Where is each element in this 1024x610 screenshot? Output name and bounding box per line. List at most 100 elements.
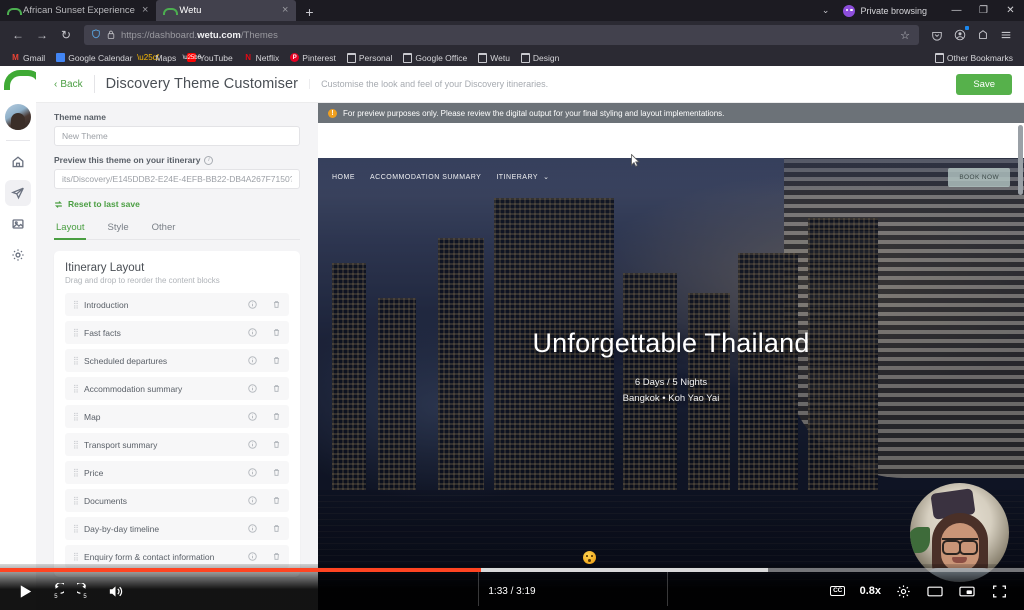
reset-to-last-save-link[interactable]: Reset to last save	[54, 199, 300, 209]
sidebar-item-settings[interactable]	[5, 242, 31, 268]
info-icon[interactable]	[248, 300, 257, 309]
shield-icon[interactable]	[91, 28, 101, 42]
folder-icon	[521, 53, 530, 62]
delete-icon[interactable]	[272, 328, 281, 337]
layout-block-row[interactable]: ⣿ Fast facts	[65, 321, 289, 344]
delete-icon[interactable]	[272, 300, 281, 309]
site-nav-home[interactable]: HOME	[332, 174, 355, 181]
reaction-emoji-marker[interactable]	[583, 551, 596, 564]
back-icon[interactable]: ←	[7, 24, 29, 46]
close-window-button[interactable]: ✕	[997, 0, 1024, 21]
bookmark-star-icon[interactable]: ☆	[900, 29, 912, 42]
sidebar-item-media[interactable]	[5, 211, 31, 237]
drag-handle-icon[interactable]: ⣿	[73, 385, 79, 393]
layout-block-row[interactable]: ⣿ Map	[65, 405, 289, 428]
home-icon	[12, 156, 24, 168]
app-menu-icon[interactable]	[995, 24, 1017, 46]
bookmark-folder-google-office[interactable]: Google Office	[398, 52, 472, 64]
bookmark-maps[interactable]: \u25cf Maps	[137, 52, 181, 64]
toolbar-right-icons	[926, 24, 1017, 46]
book-now-button[interactable]: BOOK NOW	[948, 167, 1010, 187]
info-icon[interactable]	[248, 468, 257, 477]
delete-icon[interactable]	[272, 412, 281, 421]
pocket-icon[interactable]	[926, 24, 948, 46]
info-icon[interactable]	[248, 384, 257, 393]
user-avatar[interactable]	[5, 104, 31, 130]
bookmark-netflix[interactable]: N Netflix	[239, 52, 285, 64]
page-subtitle: Customise the look and feel of your Disc…	[309, 79, 548, 89]
block-label: Scheduled departures	[84, 355, 168, 366]
delete-icon[interactable]	[272, 356, 281, 365]
private-browsing-indicator: Private browsing	[843, 4, 943, 17]
minimize-button[interactable]: —	[943, 0, 970, 21]
preview-scrollbar[interactable]	[1018, 125, 1023, 195]
theme-name-input[interactable]	[54, 126, 300, 146]
chevron-down-icon[interactable]: ⌄	[543, 173, 549, 181]
account-icon[interactable]	[949, 24, 971, 46]
delete-icon[interactable]	[272, 468, 281, 477]
save-button[interactable]: Save	[956, 73, 1012, 95]
app-header: ‹ Back Discovery Theme Customiser Custom…	[36, 66, 1024, 103]
info-icon[interactable]	[248, 496, 257, 505]
drag-handle-icon[interactable]: ⣿	[73, 469, 79, 477]
other-bookmarks-folder[interactable]: Other Bookmarks	[930, 52, 1018, 64]
bookmark-gmail[interactable]: M Gmail	[6, 52, 50, 64]
bookmark-folder-design[interactable]: Design	[516, 52, 564, 64]
layout-block-row[interactable]: ⣿ Transport summary	[65, 433, 289, 456]
delete-icon[interactable]	[272, 496, 281, 505]
info-icon[interactable]	[248, 328, 257, 337]
layout-block-row[interactable]: ⣿ Price	[65, 461, 289, 484]
site-nav-accommodation-summary[interactable]: ACCOMMODATION SUMMARY	[370, 174, 481, 181]
drag-handle-icon[interactable]: ⣿	[73, 357, 79, 365]
chevron-left-icon: ‹	[54, 78, 58, 90]
block-label: Fast facts	[84, 327, 121, 338]
forward-icon[interactable]: →	[31, 24, 53, 46]
site-nav-itinerary[interactable]: ITINERARY	[496, 174, 538, 181]
close-tab-icon[interactable]: ×	[280, 5, 290, 16]
close-tab-icon[interactable]: ×	[140, 5, 150, 16]
window-controls: ⌄ Private browsing — ❐ ✕	[808, 0, 1024, 21]
sidebar-item-itineraries[interactable]	[5, 180, 31, 206]
preview-url-input[interactable]	[54, 169, 300, 189]
tab-other[interactable]: Other	[150, 219, 187, 239]
tab-style[interactable]: Style	[106, 219, 140, 239]
tab-list-chevron-down-icon[interactable]: ⌄	[808, 5, 844, 16]
delete-icon[interactable]	[272, 440, 281, 449]
reload-icon[interactable]: ↻	[55, 24, 77, 46]
layout-block-row[interactable]: ⣿ Introduction	[65, 293, 289, 316]
bookmark-folder-personal[interactable]: Personal	[342, 52, 398, 64]
extensions-icon[interactable]	[972, 24, 994, 46]
back-label: Back	[60, 78, 83, 90]
layout-block-row[interactable]: ⣿ Accommodation summary	[65, 377, 289, 400]
bookmark-pinterest[interactable]: P Pinterest	[285, 52, 341, 64]
layout-block-row[interactable]: ⣿ Documents	[65, 489, 289, 512]
drag-handle-icon[interactable]: ⣿	[73, 329, 79, 337]
new-tab-button[interactable]: +	[296, 5, 322, 21]
delete-icon[interactable]	[272, 384, 281, 393]
browser-tab-2[interactable]: Wetu ×	[156, 0, 297, 21]
info-icon[interactable]	[248, 412, 257, 421]
info-icon[interactable]	[248, 440, 257, 449]
drag-handle-icon[interactable]: ⣿	[73, 301, 79, 309]
tab-strip: African Sunset Experience × Wetu × + ⌄ P…	[0, 0, 1024, 21]
browser-tab-1[interactable]: African Sunset Experience ×	[0, 0, 156, 21]
tab-title: Wetu	[179, 5, 202, 16]
bookmark-folder-wetu[interactable]: Wetu	[473, 52, 515, 64]
block-label: Price	[84, 467, 104, 478]
info-icon[interactable]	[248, 356, 257, 365]
url-prefix: https://dashboard.	[121, 29, 198, 41]
url-path: /Themes	[240, 29, 278, 41]
info-icon[interactable]: i	[204, 155, 214, 165]
address-bar[interactable]: https://dashboard.wetu.com/Themes ☆	[84, 25, 919, 45]
back-link[interactable]: ‹ Back	[54, 79, 83, 90]
drag-handle-icon[interactable]: ⣿	[73, 413, 79, 421]
drag-handle-icon[interactable]: ⣿	[73, 497, 79, 505]
bookmark-google-calendar[interactable]: Google Calendar	[51, 52, 137, 64]
layout-block-row[interactable]: ⣿ Scheduled departures	[65, 349, 289, 372]
sidebar-item-home[interactable]	[5, 149, 31, 175]
maximize-button[interactable]: ❐	[970, 0, 997, 21]
bookmark-label: Netflix	[255, 52, 280, 63]
drag-handle-icon[interactable]: ⣿	[73, 441, 79, 449]
bookmark-youtube[interactable]: \u25b6 YouTube	[182, 52, 237, 64]
tab-layout[interactable]: Layout	[54, 219, 96, 240]
